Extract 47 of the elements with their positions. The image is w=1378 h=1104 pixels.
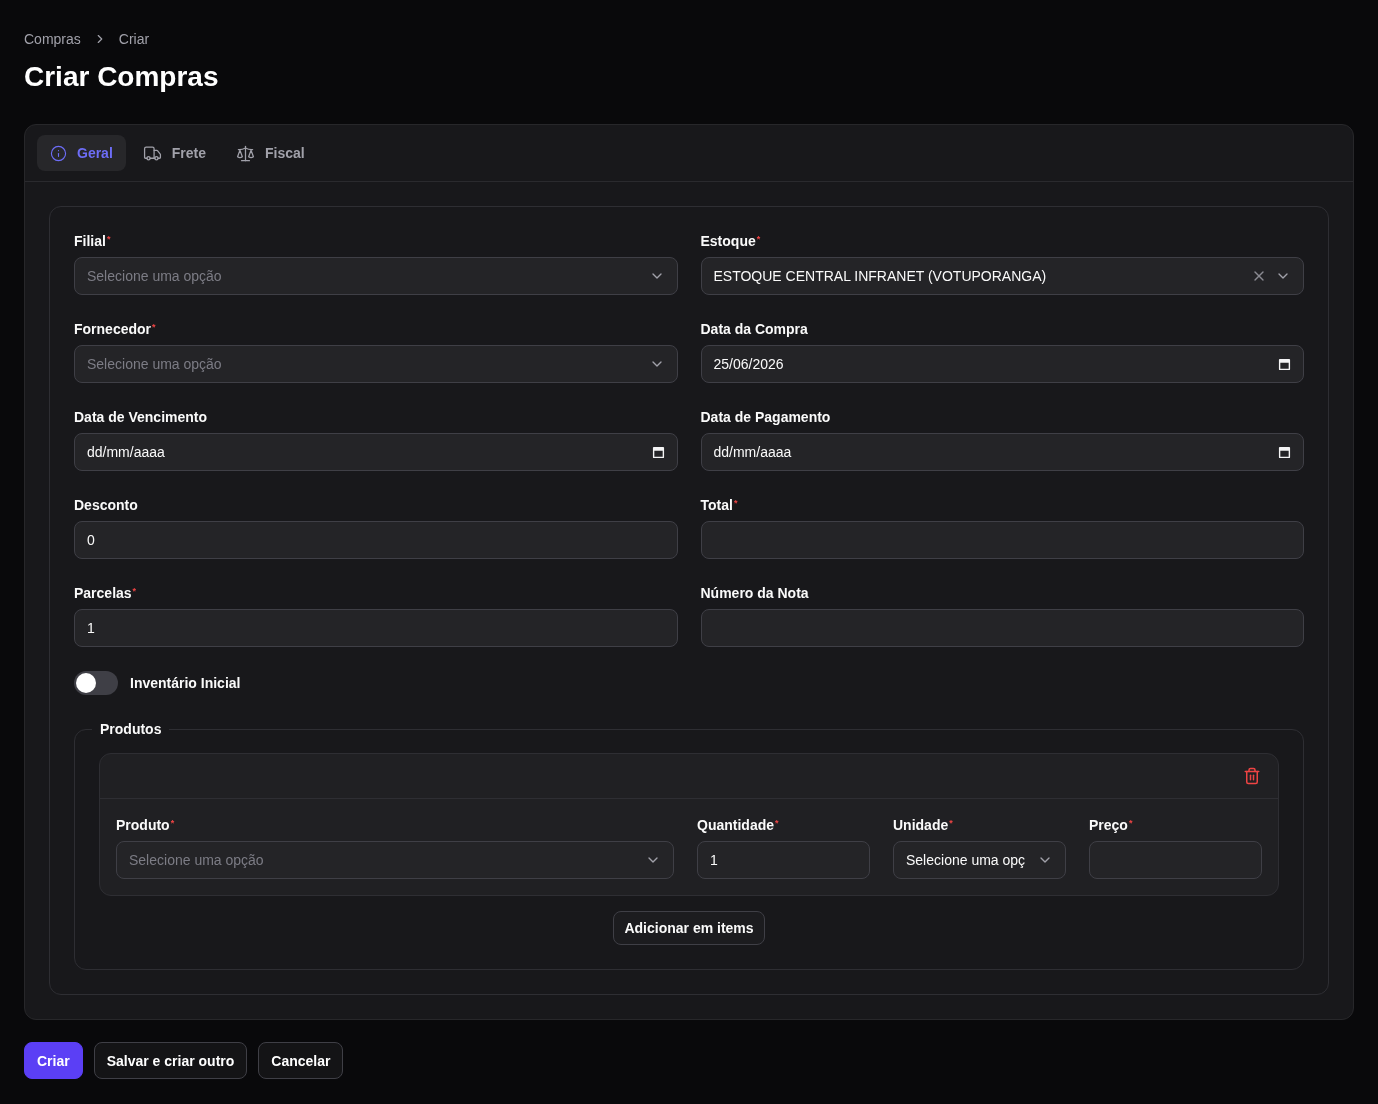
field-label: Estoque$^{*}$ <box>700 232 762 251</box>
scale-icon <box>236 143 256 163</box>
field-label: Data de Pagamento <box>700 408 832 427</box>
info-icon <box>50 144 67 162</box>
date-field[interactable]: 25/06/2026 <box>700 345 1304 383</box>
action-button[interactable]: Cancelar <box>258 1042 344 1079</box>
breadcrumb-link[interactable]: Compras <box>24 29 81 49</box>
select-field[interactable]: ESTOQUE CENTRAL INFRANET (VOTUPORANGA) <box>700 257 1304 295</box>
field-label: Número da Nota <box>700 584 810 603</box>
create-button[interactable]: Criar <box>24 1042 83 1079</box>
calendar-icon[interactable] <box>1278 357 1291 371</box>
field-label: Quantidade$^{*}$ <box>697 816 780 835</box>
field-label: Parcelas$^{*}$ <box>74 584 138 603</box>
text-field[interactable]: 1 <box>697 841 870 879</box>
page-title: Criar Compras <box>24 60 220 94</box>
select-field[interactable]: Selecione uma opção <box>116 841 674 879</box>
text-field[interactable]: 1 <box>74 609 678 647</box>
calendar-icon[interactable] <box>1278 445 1291 459</box>
date-field[interactable]: dd/mm/aaaa <box>700 433 1304 471</box>
toggle-switch[interactable] <box>74 671 118 695</box>
tab[interactable]: Fiscal <box>223 135 318 171</box>
tab[interactable]: Geral <box>37 135 126 171</box>
select-field[interactable]: Selecione uma opção <box>74 345 678 383</box>
calendar-icon[interactable] <box>651 445 665 459</box>
field-label: Preço$^{*}$ <box>1089 816 1134 835</box>
action-button[interactable]: Salvar e criar outro <box>93 1042 248 1079</box>
breadcrumb-link[interactable]: Criar <box>118 29 150 49</box>
field-label: Fornecedor$^{*}$ <box>74 320 157 339</box>
text-field[interactable]: 0 <box>74 521 678 559</box>
section-legend: Produtos <box>92 719 170 739</box>
tab[interactable]: Frete <box>129 135 220 171</box>
field-label: Filial$^{*}$ <box>74 232 112 251</box>
text-field[interactable] <box>700 521 1304 559</box>
text-field[interactable] <box>1089 841 1262 879</box>
field-label: Desconto <box>74 496 139 515</box>
field-label: Data de Vencimento <box>74 408 209 427</box>
trash-icon[interactable] <box>1243 767 1261 785</box>
toggle-label: Inventário Inicial <box>130 674 241 693</box>
add-item-button[interactable]: Adicionar em items <box>613 911 765 945</box>
select-field[interactable]: Selecione uma opção <box>74 257 678 295</box>
text-field[interactable] <box>700 609 1304 647</box>
date-field[interactable]: dd/mm/aaaa <box>74 433 678 471</box>
field-label: Total$^{*}$ <box>700 496 739 515</box>
field-label: Produto$^{*}$ <box>116 816 176 835</box>
field-label: Data da Compra <box>700 320 809 339</box>
select-field[interactable]: Selecione uma opç <box>893 841 1066 879</box>
field-label: Unidade$^{*}$ <box>893 816 954 835</box>
